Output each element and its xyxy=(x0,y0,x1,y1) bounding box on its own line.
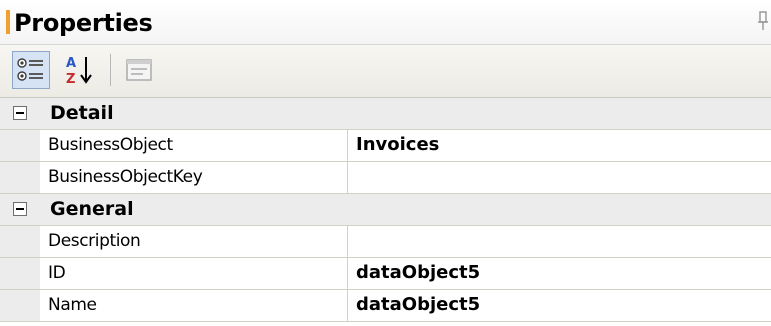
property-pages-button[interactable] xyxy=(120,51,158,89)
column-divider[interactable] xyxy=(347,290,348,321)
property-value[interactable]: dataObject5 xyxy=(356,294,480,315)
alphabetical-icon: A Z xyxy=(66,56,92,87)
property-value[interactable]: dataObject5 xyxy=(356,262,480,283)
title-bar: Properties xyxy=(0,0,771,45)
row-gutter xyxy=(0,290,40,321)
property-name: BusinessObject xyxy=(48,135,173,155)
property-name: ID xyxy=(48,263,66,283)
category-label: Detail xyxy=(50,102,114,124)
row-gutter xyxy=(0,130,40,161)
column-divider[interactable] xyxy=(347,162,348,193)
property-name: BusinessObjectKey xyxy=(48,167,203,187)
svg-text:Z: Z xyxy=(66,72,75,87)
property-value[interactable]: Invoices xyxy=(356,134,439,155)
property-grid: Detail BusinessObject Invoices BusinessO… xyxy=(0,98,771,322)
svg-text:A: A xyxy=(66,56,76,71)
column-divider[interactable] xyxy=(347,258,348,289)
category-row-detail[interactable]: Detail xyxy=(0,98,771,130)
pin-icon[interactable] xyxy=(757,10,769,37)
toolbar-separator xyxy=(110,54,111,86)
property-name: Description xyxy=(48,231,141,251)
category-label: General xyxy=(50,198,134,220)
category-row-general[interactable]: General xyxy=(0,194,771,226)
property-pages-icon xyxy=(126,59,152,81)
row-gutter xyxy=(0,226,40,257)
row-gutter xyxy=(0,258,40,289)
property-name: Name xyxy=(48,295,97,315)
properties-toolbar: A Z xyxy=(0,45,771,98)
property-row[interactable]: BusinessObject Invoices xyxy=(0,130,771,162)
categorized-button[interactable] xyxy=(12,51,50,89)
column-divider[interactable] xyxy=(347,226,348,257)
column-divider[interactable] xyxy=(347,130,348,161)
collapse-icon[interactable] xyxy=(13,106,27,120)
collapse-icon[interactable] xyxy=(13,202,27,216)
property-row[interactable]: Name dataObject5 xyxy=(0,290,771,322)
title-accent-bar xyxy=(6,10,10,34)
property-row[interactable]: ID dataObject5 xyxy=(0,258,771,290)
properties-panel: Properties A Z Detail BusinessObject Inv… xyxy=(0,0,771,326)
property-row[interactable]: Description xyxy=(0,226,771,258)
alphabetical-button[interactable]: A Z xyxy=(60,51,98,89)
categorized-icon xyxy=(17,58,43,81)
property-row[interactable]: BusinessObjectKey xyxy=(0,162,771,194)
panel-title: Properties xyxy=(14,9,153,37)
row-gutter xyxy=(0,162,40,193)
